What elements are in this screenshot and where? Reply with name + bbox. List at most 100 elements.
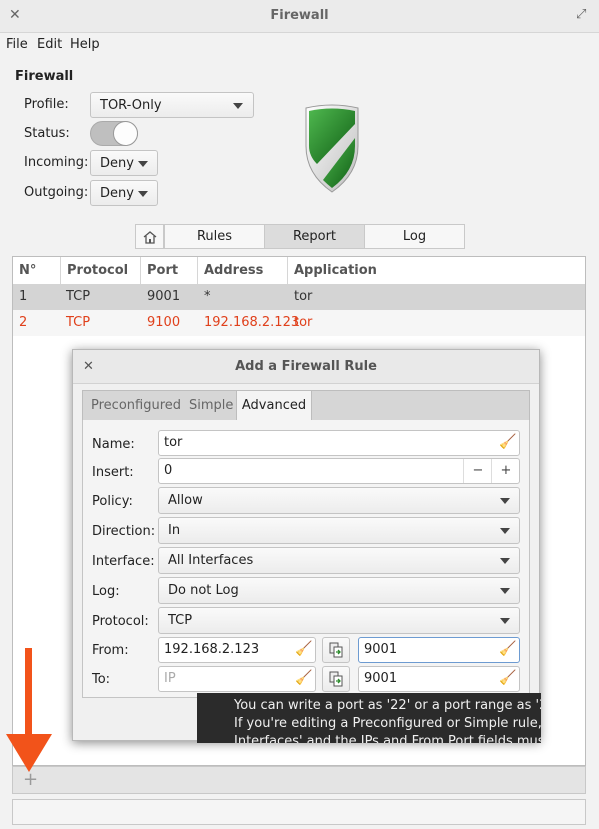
log-select[interactable]: Do not Log bbox=[158, 577, 520, 604]
interface-select[interactable]: All Interfaces bbox=[158, 547, 520, 574]
toggle-knob bbox=[113, 121, 138, 146]
status-label: Status: bbox=[24, 126, 70, 141]
outgoing-value: Deny bbox=[100, 186, 134, 201]
section-title: Firewall bbox=[15, 69, 74, 84]
clear-icon[interactable]: 🧹 bbox=[499, 641, 516, 657]
tab-preconfigured[interactable]: Preconfigured bbox=[91, 398, 181, 413]
dialog-titlebar: ✕ Add a Firewall Rule bbox=[73, 350, 539, 384]
from-ip-value: 192.168.2.123 bbox=[164, 642, 260, 657]
clear-icon[interactable]: 🧹 bbox=[499, 670, 516, 686]
table-row[interactable]: 1 TCP 9001 * tor bbox=[13, 284, 585, 310]
name-label: Name: bbox=[92, 437, 135, 452]
cell-protocol: TCP bbox=[66, 315, 91, 330]
add-rule-dialog: ✕ Add a Firewall Rule Preconfigured Simp… bbox=[72, 349, 540, 741]
direction-select[interactable]: In bbox=[158, 517, 520, 544]
menu-help[interactable]: Help bbox=[70, 37, 100, 52]
interface-label: Interface: bbox=[92, 554, 155, 569]
chevron-down-icon bbox=[138, 161, 148, 167]
policy-select[interactable]: Allow bbox=[158, 487, 520, 514]
to-port-value: 9001 bbox=[364, 671, 398, 686]
col-header-number[interactable]: N° bbox=[13, 257, 61, 284]
cell-port: 9100 bbox=[147, 315, 181, 330]
log-label: Log: bbox=[92, 584, 120, 599]
outgoing-label: Outgoing: bbox=[24, 185, 89, 200]
chevron-down-icon bbox=[138, 191, 148, 197]
from-port-input[interactable]: 9001 🧹 bbox=[358, 637, 520, 663]
copy-icon bbox=[329, 642, 343, 658]
incoming-select[interactable]: Deny bbox=[90, 150, 158, 176]
tooltip-line: If you're editing a Preconfigured or Sim… bbox=[234, 716, 541, 731]
interface-value: All Interfaces bbox=[168, 553, 254, 568]
profile-select[interactable]: TOR-Only bbox=[90, 92, 254, 118]
log-value: Do not Log bbox=[168, 583, 239, 598]
col-header-port[interactable]: Port bbox=[141, 257, 198, 284]
maximize-icon[interactable]: ⤢ bbox=[576, 7, 586, 22]
tab-home[interactable] bbox=[135, 224, 164, 249]
chevron-down-icon bbox=[500, 588, 510, 594]
cell-application: tor bbox=[294, 289, 313, 304]
menu-edit[interactable]: Edit bbox=[37, 37, 62, 52]
home-icon bbox=[143, 231, 156, 244]
menubar: File Edit Help bbox=[0, 33, 599, 57]
rules-toolbar: + bbox=[12, 766, 586, 794]
tooltip-line: Interfaces' and the IPs and From Port fi… bbox=[234, 734, 541, 743]
outgoing-select[interactable]: Deny bbox=[90, 180, 158, 206]
policy-value: Allow bbox=[168, 493, 203, 508]
chevron-down-icon bbox=[500, 618, 510, 624]
increment-button[interactable]: + bbox=[491, 459, 520, 483]
from-label: From: bbox=[92, 643, 129, 658]
to-ip-input[interactable]: IP 🧹 bbox=[158, 666, 316, 692]
protocol-select[interactable]: TCP bbox=[158, 607, 520, 634]
tab-simple[interactable]: Simple bbox=[189, 398, 233, 413]
protocol-value: TCP bbox=[168, 613, 193, 628]
status-bar bbox=[12, 799, 586, 825]
protocol-label: Protocol: bbox=[92, 614, 149, 629]
cell-application: tor bbox=[294, 315, 313, 330]
table-row[interactable]: 2 TCP 9100 192.168.2.123 tor bbox=[13, 310, 585, 336]
chevron-down-icon bbox=[233, 103, 243, 109]
insert-stepper[interactable]: 0 − + bbox=[158, 458, 520, 484]
cell-address: 192.168.2.123 bbox=[204, 315, 300, 330]
annotation-arrow-icon bbox=[6, 648, 52, 772]
tab-advanced[interactable]: Advanced bbox=[236, 390, 312, 421]
tooltip-line: You can write a port as '22' or a port r… bbox=[234, 698, 541, 713]
insert-label: Insert: bbox=[92, 465, 134, 480]
cell-port: 9001 bbox=[147, 289, 181, 304]
dialog-tabbar: Preconfigured Simple Advanced bbox=[82, 390, 530, 421]
profile-value: TOR-Only bbox=[100, 98, 162, 113]
clear-icon[interactable]: 🧹 bbox=[499, 434, 516, 450]
from-ip-input[interactable]: 192.168.2.123 🧹 bbox=[158, 637, 316, 663]
status-toggle[interactable] bbox=[90, 121, 138, 146]
clear-icon[interactable]: 🧹 bbox=[295, 641, 312, 657]
copy-to-button[interactable] bbox=[322, 666, 350, 692]
insert-value: 0 bbox=[164, 463, 173, 478]
col-header-protocol[interactable]: Protocol bbox=[61, 257, 141, 284]
to-port-input[interactable]: 9001 🧹 bbox=[358, 666, 520, 692]
tab-rules[interactable]: Rules bbox=[164, 224, 265, 249]
tab-log[interactable]: Log bbox=[364, 224, 465, 249]
cell-protocol: TCP bbox=[66, 289, 91, 304]
copy-from-button[interactable] bbox=[322, 637, 350, 663]
incoming-value: Deny bbox=[100, 156, 134, 171]
col-header-address[interactable]: Address bbox=[198, 257, 288, 284]
tab-report[interactable]: Report bbox=[264, 224, 365, 249]
decrement-button[interactable]: − bbox=[463, 459, 492, 483]
chevron-down-icon bbox=[500, 558, 510, 564]
profile-label: Profile: bbox=[24, 97, 69, 112]
chevron-down-icon bbox=[500, 528, 510, 534]
name-value: tor bbox=[164, 435, 183, 450]
name-input[interactable]: tor 🧹 bbox=[158, 430, 520, 456]
cell-number: 1 bbox=[19, 289, 28, 304]
cell-address: * bbox=[204, 289, 211, 304]
copy-icon bbox=[329, 671, 343, 687]
direction-label: Direction: bbox=[92, 524, 156, 539]
col-header-application[interactable]: Application bbox=[288, 257, 585, 284]
menu-file[interactable]: File bbox=[6, 37, 28, 52]
clear-icon[interactable]: 🧹 bbox=[295, 670, 312, 686]
shield-icon bbox=[305, 104, 359, 193]
port-tooltip: You can write a port as '22' or a port r… bbox=[197, 693, 541, 743]
direction-value: In bbox=[168, 523, 181, 538]
to-ip-placeholder: IP bbox=[164, 671, 176, 686]
chevron-down-icon bbox=[500, 498, 510, 504]
window-titlebar: ✕ Firewall ⤢ bbox=[0, 0, 599, 33]
